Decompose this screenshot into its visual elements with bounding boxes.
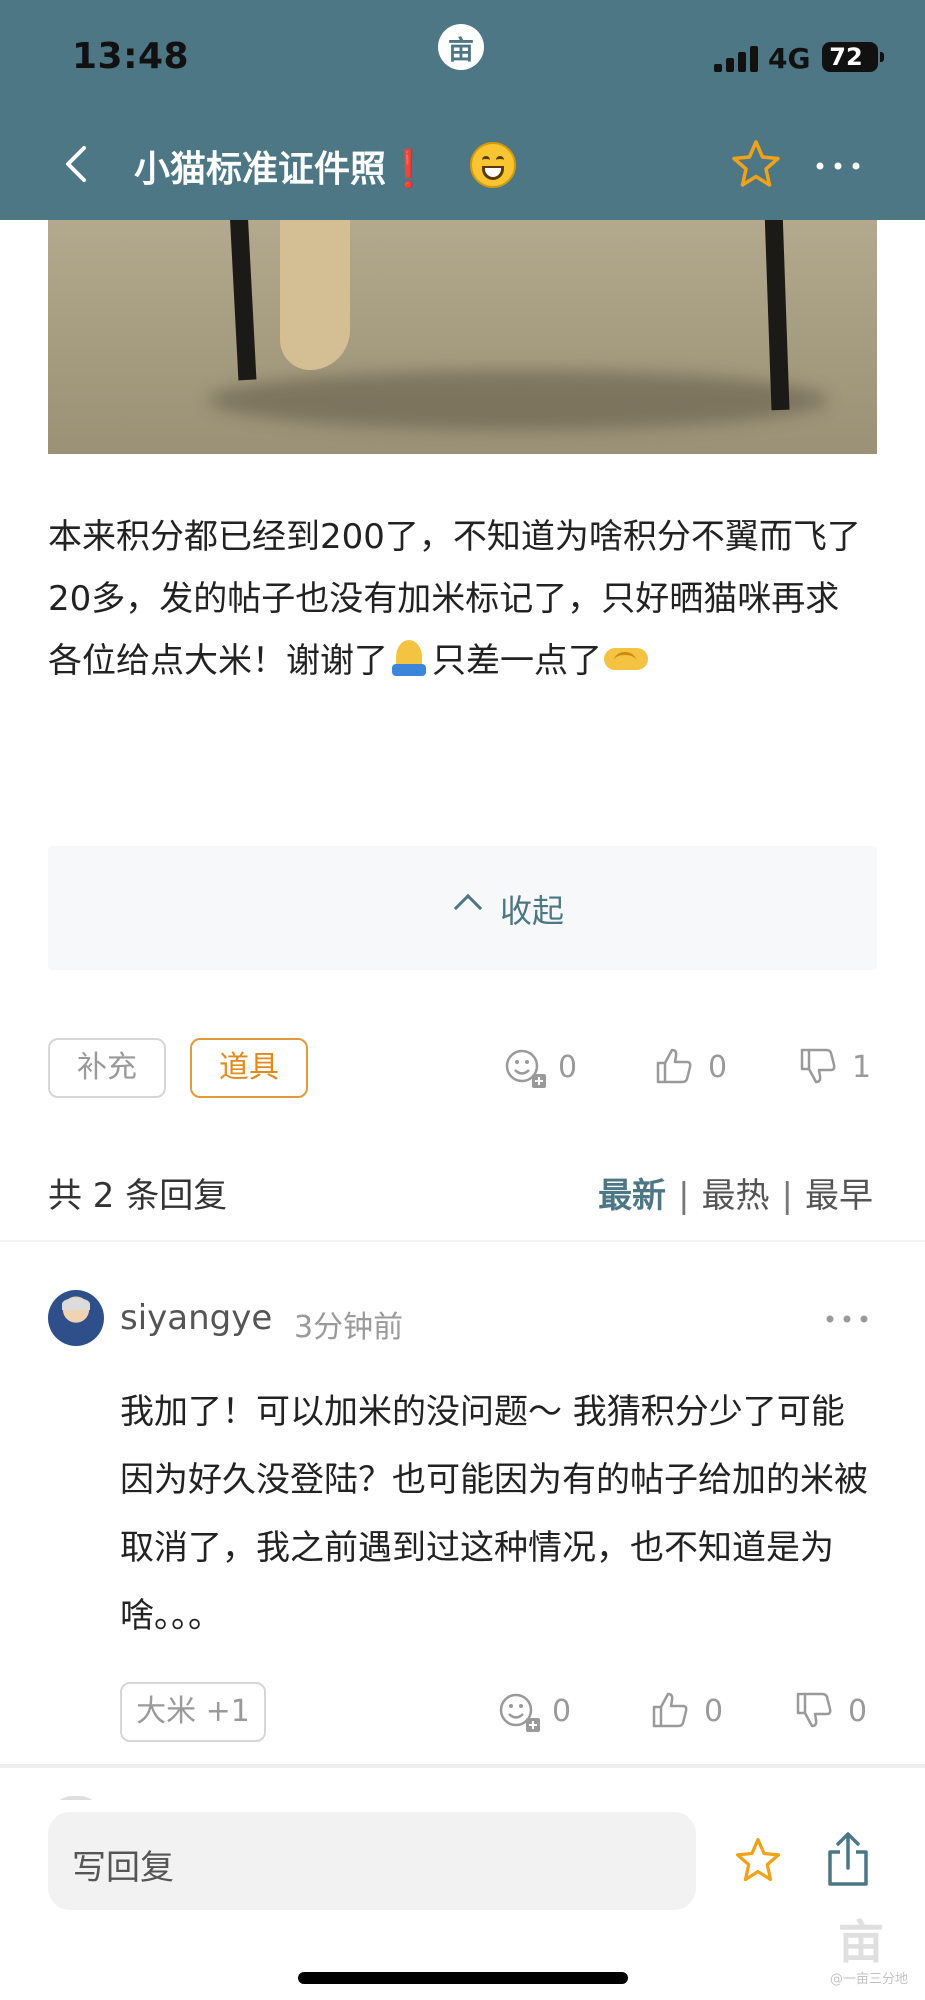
- star-outline-icon: [732, 140, 780, 187]
- share-button[interactable]: [822, 1830, 874, 1888]
- post-text-tail: 只差一点了: [432, 641, 602, 681]
- emoji-reaction-count: 0: [558, 1050, 578, 1085]
- share-icon: [828, 1832, 868, 1886]
- handshake-emoji-icon: [602, 642, 650, 676]
- star-outline-icon: [735, 1837, 781, 1882]
- bottom-bar: 写回复 亩 @一亩三分地: [0, 1800, 925, 2000]
- chevron-up-icon: [453, 893, 483, 923]
- avatar[interactable]: [48, 1290, 104, 1346]
- comment-emoji-count: 0: [552, 1694, 572, 1729]
- comment-like-button[interactable]: 0: [650, 1690, 740, 1734]
- reply-placeholder: 写回复: [72, 1848, 174, 1888]
- collapse-label: 收起: [500, 892, 565, 930]
- watermark-logo: 亩: [838, 1915, 884, 1969]
- thumbs-up-icon: [656, 1048, 692, 1084]
- home-indicator[interactable]: [298, 1972, 628, 1984]
- comment-like-count: 0: [704, 1694, 724, 1729]
- bottom-favorite-button[interactable]: [732, 1834, 784, 1886]
- comment-text: 我加了！可以加米的没问题～ 我猜积分少了可能因为好久没登陆？也可能因为有的帖子给…: [120, 1392, 868, 1636]
- divider: [0, 1240, 925, 1242]
- post-photo[interactable]: [48, 220, 877, 454]
- sort-hottest[interactable]: 最热: [702, 1176, 770, 1216]
- exclamation-mark: ❗: [386, 149, 431, 190]
- thumbs-down-icon: [800, 1048, 836, 1084]
- comment-dislike-count: 0: [848, 1694, 868, 1729]
- favorite-button[interactable]: [728, 136, 784, 192]
- battery-level: 72: [829, 43, 863, 71]
- collapse-button[interactable]: 收起: [48, 846, 877, 970]
- back-chevron-icon: [66, 146, 86, 182]
- thumbs-up-icon: [652, 1692, 688, 1728]
- reply-input[interactable]: 写回复: [48, 1812, 696, 1910]
- sort-newest[interactable]: 最新: [598, 1176, 666, 1216]
- page-title-text: 小猫标准证件照: [134, 149, 387, 190]
- emoji-add-icon: [499, 1693, 540, 1732]
- comment-username[interactable]: siyangye: [120, 1298, 272, 1338]
- grinning-face-emoji-icon: [470, 142, 516, 188]
- divider: [0, 1764, 925, 1768]
- app-badge-icon: 亩: [438, 24, 484, 70]
- dislike-button[interactable]: 1: [798, 1046, 878, 1090]
- back-button[interactable]: [50, 136, 106, 192]
- app-badge-glyph: 亩: [447, 36, 474, 66]
- cellular-signal-icon: [714, 46, 758, 72]
- thumbs-down-icon: [796, 1692, 832, 1728]
- more-dots-icon: [816, 162, 860, 170]
- folded-hands-emoji-icon: [388, 638, 432, 678]
- emoji-add-icon: [505, 1049, 546, 1088]
- emoji-reaction-button[interactable]: 0: [504, 1046, 594, 1090]
- more-options-button[interactable]: [810, 136, 866, 192]
- sort-separator: |: [678, 1176, 690, 1216]
- top-bar: 13:48 亩 4G 72 小猫标准证件照❗: [0, 0, 925, 220]
- comment-time: 3分钟前: [294, 1310, 404, 1345]
- like-button[interactable]: 0: [654, 1046, 744, 1090]
- comment-emoji-reaction-button[interactable]: 0: [498, 1690, 588, 1734]
- comment-more-button[interactable]: [822, 1304, 872, 1334]
- status-time: 13:48: [72, 36, 190, 77]
- comment-dislike-button[interactable]: 0: [794, 1690, 878, 1734]
- sort-separator: |: [781, 1176, 793, 1216]
- props-button[interactable]: 道具: [190, 1038, 308, 1098]
- battery-icon: 72: [822, 42, 884, 72]
- watermark-text: @一亩三分地: [830, 1972, 909, 1987]
- dislike-count: 1: [852, 1050, 872, 1085]
- supplement-button[interactable]: 补充: [48, 1038, 166, 1098]
- network-type: 4G: [768, 42, 811, 75]
- sort-options: 最新 | 最热 | 最早: [598, 1168, 873, 1217]
- more-dots-icon: [826, 1315, 868, 1323]
- post-body: 本来积分都已经到200了，不知道为啥积分不翼而飞了20多，发的帖子也没有加米标记…: [48, 506, 868, 692]
- sort-earliest[interactable]: 最早: [805, 1176, 873, 1216]
- page-title: 小猫标准证件照❗: [134, 140, 431, 192]
- rice-award-button[interactable]: 大米 +1: [120, 1682, 266, 1742]
- like-count: 0: [708, 1050, 728, 1085]
- reply-count: 共 2 条回复: [48, 1176, 228, 1216]
